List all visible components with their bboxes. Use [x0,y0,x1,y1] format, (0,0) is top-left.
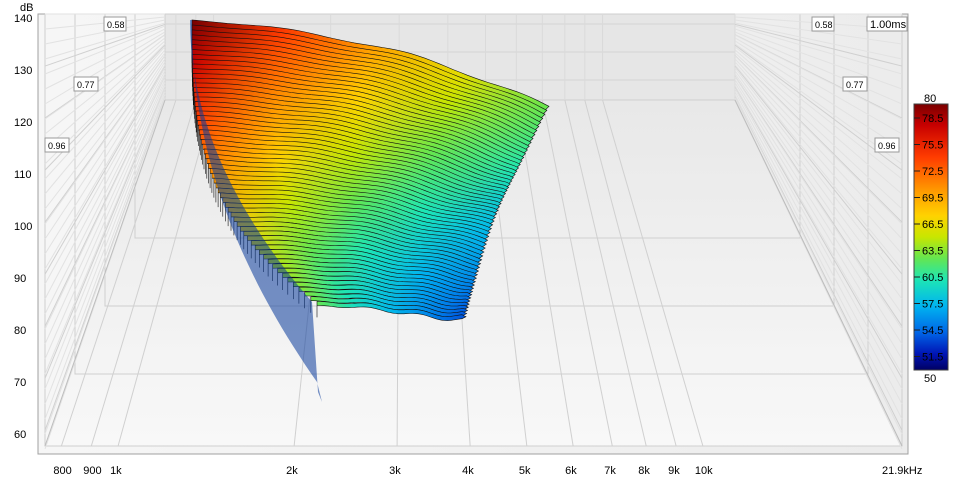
colorbar-tick-label: 51.5 [922,352,943,364]
colorbar-tick-label: 63.5 [922,246,943,258]
colorbar-tick-label: 57.5 [922,299,943,311]
colorbar-min-label: 50 [924,373,936,385]
colorbar-max-label: 80 [924,93,936,105]
y-tick-label: 90 [14,273,26,285]
x-tick-label: 800 [53,465,71,477]
y-axis-unit: dB [20,2,33,14]
x-tick-label: 3k [389,465,401,477]
x-tick-label: 8k [638,465,650,477]
svg-text:1.00ms: 1.00ms [870,19,907,31]
x-tick-label: 1k [110,465,122,477]
y-tick-label: 80 [14,325,26,337]
svg-text:0.96: 0.96 [878,141,896,151]
y-tick-label: 120 [14,117,32,129]
time-label: 0.58 [811,16,835,32]
svg-text:0.77: 0.77 [77,80,95,90]
waterfall-chart: 140 130 120 110 100 90 80 70 60 800 900 1k 2k 3k 4k 5k 6… [14,2,949,477]
y-tick-label: 140 [14,13,32,25]
time-label: 1.00ms [866,16,908,32]
svg-text:0.58: 0.58 [107,20,125,30]
y-tick-label: 60 [14,429,26,441]
x-tick-label: 2k [286,465,298,477]
colorbar-tick-label: 54.5 [922,325,943,337]
x-tick-label: 4k [462,465,474,477]
colorbar-tick-label: 66.5 [922,219,943,231]
svg-text:0.96: 0.96 [48,141,66,151]
y-tick-label: 70 [14,377,26,389]
x-tick-label: 6k [565,465,577,477]
colorbar-tick-label: 69.5 [922,193,943,205]
x-tick-label: 10k [695,465,713,477]
colorbar: 80 78.5 75.5 72.5 69.5 66.5 63.5 60.5 57.5 54.5 5… [913,93,949,385]
time-label: 0.77 [73,76,99,92]
x-tick-label: 7k [604,465,616,477]
y-tick-label: 100 [14,221,32,233]
colorbar-tick-label: 60.5 [922,272,943,284]
time-label: 0.96 [874,137,900,153]
y-tick-label: 130 [14,65,32,77]
time-label: 0.58 [103,16,127,32]
time-label: 0.77 [842,76,868,92]
colorbar-tick-label: 72.5 [922,166,943,178]
svg-text:0.77: 0.77 [846,80,864,90]
colorbar-tick-label: 78.5 [922,113,943,125]
x-tick-label: 900 [83,465,101,477]
y-tick-label: 110 [14,169,32,181]
colorbar-tick-label: 75.5 [922,140,943,152]
time-label: 0.96 [44,137,70,153]
x-tick-label: 21.9kHz [882,465,922,477]
x-tick-label: 9k [668,465,680,477]
x-tick-label: 5k [519,465,531,477]
svg-text:0.58: 0.58 [815,20,833,30]
